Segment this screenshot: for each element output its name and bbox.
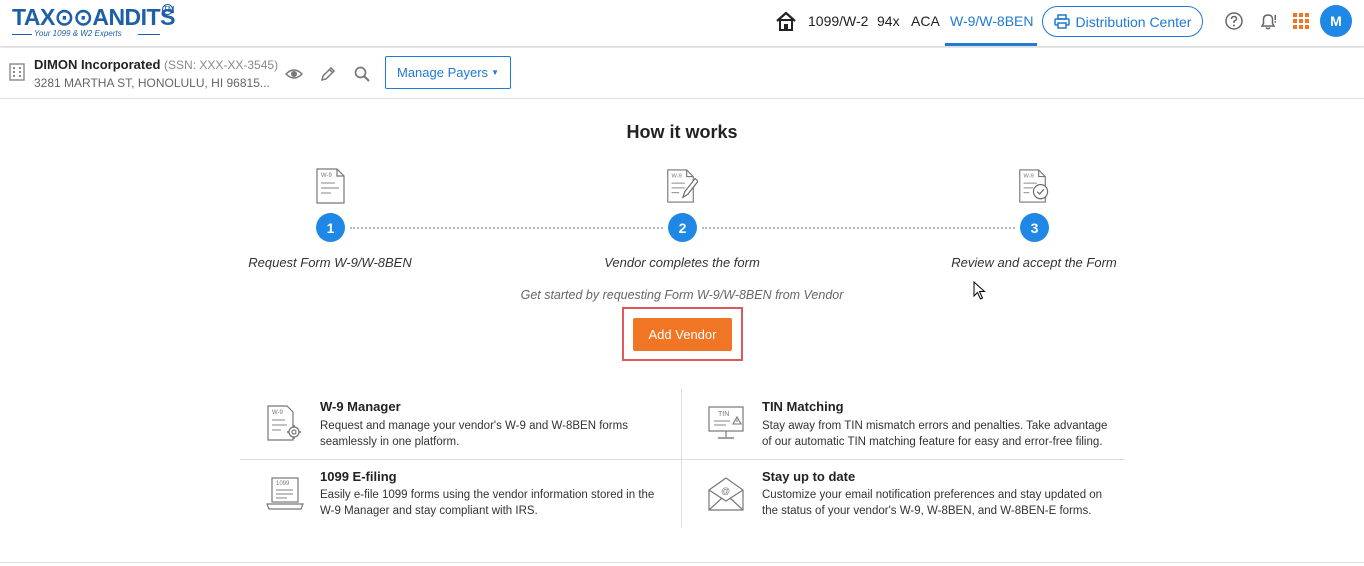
feature-desc-stay-up-to-date: Customize your email notification prefer… bbox=[762, 489, 1103, 517]
payer-name: DIMON Incorporated (SSN: XXX-XX-3545) bbox=[34, 57, 278, 72]
feature-title-w9-manager: W-9 Manager bbox=[320, 399, 401, 414]
search-icon[interactable] bbox=[353, 65, 371, 83]
distribution-center-label: Distribution Center bbox=[1075, 13, 1192, 30]
logo-divider-right bbox=[138, 34, 160, 35]
active-nav-indicator bbox=[945, 43, 1037, 46]
tin-icon-label: TIN bbox=[718, 411, 729, 418]
chevron-down-icon: ▼ bbox=[491, 68, 499, 77]
user-avatar[interactable]: M bbox=[1320, 5, 1352, 37]
page-title: How it works bbox=[626, 122, 738, 142]
efiling-icon-label: 1099 bbox=[276, 481, 290, 487]
nav-item-1099-w2[interactable]: 1099/W-2 bbox=[808, 13, 868, 29]
nav-item-aca[interactable]: ACA bbox=[911, 13, 940, 29]
feature-desc-tin-matching: Stay away from TIN mismatch errors and p… bbox=[762, 420, 1108, 448]
step-label-1: Request Form W-9/W-8BEN bbox=[248, 255, 412, 270]
feature-desc-1099-efiling: Easily e-file 1099 forms using the vendo… bbox=[320, 489, 655, 517]
w9-manager-gear-icon: W-9 bbox=[267, 405, 301, 441]
review-check-document-icon: W-9 bbox=[1019, 169, 1049, 203]
footer-divider bbox=[0, 562, 1364, 563]
step-label-3: Review and accept the Form bbox=[951, 255, 1117, 270]
view-eye-icon[interactable] bbox=[285, 65, 303, 83]
top-navbar: TAX⊙⊙ANDITS TM Your 1099 & W2 Experts 10… bbox=[0, 0, 1364, 47]
mouse-cursor-icon bbox=[973, 281, 986, 300]
email-envelope-icon: @ bbox=[708, 477, 744, 511]
help-icon[interactable] bbox=[1224, 11, 1244, 31]
notification-bell-icon[interactable] bbox=[1258, 11, 1278, 31]
get-started-text: Get started by requesting Form W-9/W-8BE… bbox=[520, 288, 844, 302]
step-doc-label: W-9 bbox=[672, 174, 682, 180]
nav-item-94x[interactable]: 94x bbox=[877, 13, 900, 29]
taxbandits-logo[interactable]: TAX⊙⊙ANDITS TM Your 1099 & W2 Experts bbox=[12, 4, 182, 42]
step-number-3: 3 bbox=[1020, 213, 1049, 242]
request-form-document-icon: W-9 bbox=[316, 168, 345, 204]
payer-bar: DIMON Incorporated (SSN: XXX-XX-3545) 32… bbox=[0, 48, 1364, 99]
logo-divider-left bbox=[12, 34, 32, 35]
w9-manager-icon-label: W-9 bbox=[272, 410, 284, 416]
feature-desc-w9-manager: Request and manage your vendor's W-9 and… bbox=[320, 420, 628, 448]
manage-payers-label: Manage Payers bbox=[397, 65, 489, 80]
logo-wordmark: TAX⊙⊙ANDITS bbox=[12, 4, 175, 30]
vendor-edit-document-icon: W-9 bbox=[667, 169, 698, 203]
nav-item-w9-w8ben[interactable]: W-9/W-8BEN bbox=[950, 13, 1034, 29]
feature-title-stay-up-to-date: Stay up to date bbox=[762, 469, 856, 484]
logo-trademark: TM bbox=[162, 4, 175, 15]
email-at-icon: @ bbox=[721, 486, 730, 496]
add-vendor-highlight: Add Vendor bbox=[622, 307, 743, 361]
step-label-2: Vendor completes the form bbox=[604, 255, 760, 270]
apps-grid-icon[interactable] bbox=[1291, 11, 1311, 31]
building-icon bbox=[9, 63, 25, 81]
step-connector-2-3 bbox=[702, 227, 1015, 229]
step-number-1: 1 bbox=[316, 213, 345, 242]
logo-tagline: Your 1099 & W2 Experts bbox=[34, 29, 122, 38]
distribution-center-button[interactable]: Distribution Center bbox=[1042, 6, 1203, 37]
step-doc-label: W-9 bbox=[321, 173, 333, 179]
feature-title-tin-matching: TIN Matching bbox=[762, 399, 844, 414]
payer-address: 3281 MARTHA ST, HONOLULU, HI 96815... bbox=[34, 76, 270, 90]
edit-pencil-icon[interactable] bbox=[319, 65, 337, 83]
step-doc-label: W-9 bbox=[1024, 174, 1034, 180]
feature-grid-divider-vertical bbox=[681, 389, 682, 527]
feature-grid-divider-horizontal bbox=[240, 459, 1125, 460]
payer-name-text: DIMON Incorporated bbox=[34, 57, 161, 72]
feature-title-1099-efiling: 1099 E-filing bbox=[320, 469, 397, 484]
step-connector-1-2 bbox=[350, 227, 663, 229]
payer-ssn: (SSN: XXX-XX-3545) bbox=[164, 58, 279, 72]
manage-payers-button[interactable]: Manage Payers ▼ bbox=[385, 56, 511, 89]
printer-icon bbox=[1053, 14, 1070, 29]
home-icon[interactable] bbox=[775, 10, 797, 32]
step-number-2: 2 bbox=[668, 213, 697, 242]
add-vendor-button[interactable]: Add Vendor bbox=[633, 318, 732, 351]
efiling-laptop-icon: 1099 bbox=[266, 477, 304, 510]
tin-matching-monitor-icon: TIN bbox=[708, 406, 744, 439]
